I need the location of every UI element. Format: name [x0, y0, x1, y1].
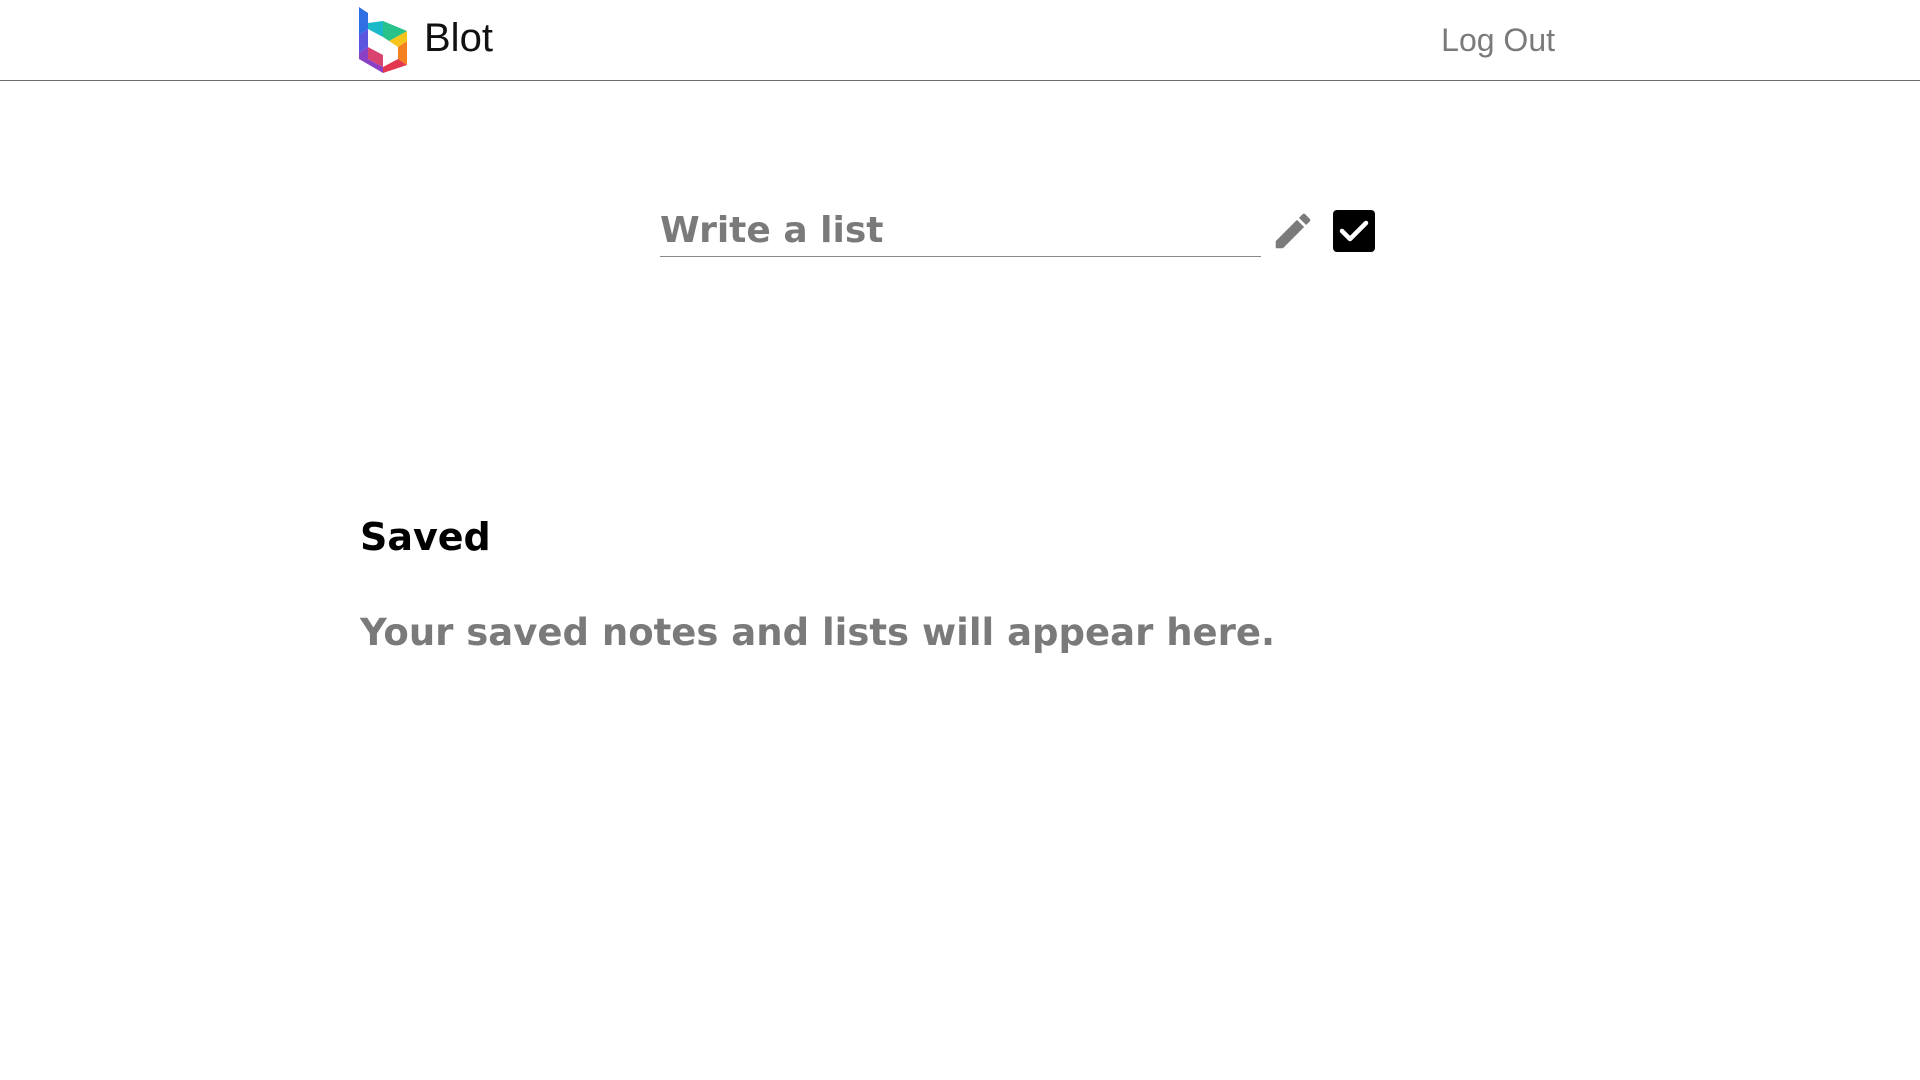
blot-logo-icon	[359, 7, 407, 73]
brand-name: Blot	[424, 16, 493, 60]
top-navigation-bar: Blot Log Out	[0, 0, 1920, 81]
checkbox-checked-icon[interactable]	[1333, 210, 1375, 252]
saved-section-title: Saved	[360, 515, 491, 559]
list-composer	[660, 205, 1380, 261]
list-title-input[interactable]	[660, 205, 1261, 257]
brand-home-link[interactable]: Blot	[359, 7, 493, 73]
pencil-icon[interactable]	[1270, 208, 1316, 254]
saved-empty-message: Your saved notes and lists will appear h…	[360, 611, 1276, 654]
logout-link[interactable]: Log Out	[1441, 24, 1555, 56]
